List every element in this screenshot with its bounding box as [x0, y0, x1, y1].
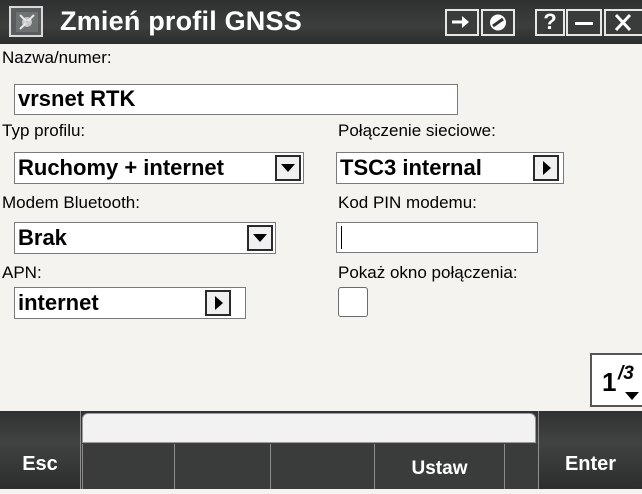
softkey-1[interactable]	[82, 444, 174, 489]
minimize-button[interactable]	[566, 9, 602, 36]
chevron-down-icon	[625, 392, 639, 400]
page-indicator-button[interactable]: 1 /3	[590, 353, 642, 407]
bluetooth-modem-select[interactable]: Brak	[14, 222, 276, 254]
app-icon[interactable]	[9, 6, 43, 37]
chevron-down-icon	[253, 234, 267, 242]
apn-value: internet	[18, 290, 99, 315]
esc-label: Esc	[22, 453, 58, 475]
softkey-3[interactable]	[270, 444, 374, 489]
page-total: /3	[618, 363, 634, 384]
softkey-5[interactable]	[504, 444, 538, 489]
help-label: ?	[543, 9, 557, 34]
profile-type-label: Typ profilu:	[2, 121, 86, 140]
page-current: 1	[602, 367, 617, 397]
bluetooth-modem-value: Brak	[18, 225, 67, 250]
apn-select[interactable]: internet	[14, 287, 246, 319]
esc-button[interactable]: Esc	[0, 411, 80, 489]
window-title: Zmień profil GNSS	[60, 6, 302, 36]
softkey-divider	[80, 411, 81, 489]
chevron-right-icon	[543, 161, 551, 175]
set-button[interactable]: Ustaw	[374, 444, 504, 489]
satellite-icon	[16, 12, 38, 32]
chevron-down-icon	[281, 164, 295, 172]
connection-button[interactable]	[481, 9, 515, 36]
show-connection-window-checkbox[interactable]	[338, 287, 368, 317]
arrow-right-icon	[452, 16, 469, 28]
network-connection-select[interactable]: TSC3 internal	[336, 152, 564, 184]
name-label: Nazwa/numer:	[2, 48, 112, 67]
bluetooth-modem-dropdown-button[interactable]	[247, 225, 273, 251]
text-cursor	[341, 226, 342, 249]
apn-label: APN:	[2, 263, 42, 282]
profile-type-dropdown-button[interactable]	[275, 155, 301, 181]
title-bar: Zmień profil GNSS ?	[0, 0, 642, 44]
profile-type-select[interactable]: Ruchomy + internet	[14, 152, 304, 184]
modem-pin-input[interactable]	[336, 222, 538, 253]
status-strip	[82, 413, 536, 443]
network-connection-label: Połączenie sieciowe:	[338, 121, 496, 140]
modem-pin-label: Kod PIN modemu:	[338, 193, 477, 212]
bluetooth-modem-label: Modem Bluetooth:	[2, 193, 140, 212]
network-connection-arrow-button[interactable]	[533, 155, 559, 181]
show-connection-window-label: Pokaż okno połączenia:	[338, 263, 518, 282]
connect-icon	[490, 14, 506, 31]
close-icon	[614, 13, 632, 32]
enter-button[interactable]: Enter	[539, 411, 642, 489]
profile-type-value: Ruchomy + internet	[18, 155, 224, 180]
minimize-icon	[575, 22, 593, 25]
name-input[interactable]: vrsnet RTK	[14, 84, 458, 115]
set-label: Ustaw	[411, 458, 468, 479]
chevron-right-icon	[215, 296, 223, 310]
forward-button[interactable]	[445, 9, 479, 36]
network-connection-value: TSC3 internal	[340, 155, 482, 180]
apn-arrow-button[interactable]	[205, 290, 231, 316]
name-value: vrsnet RTK	[18, 86, 136, 111]
help-button[interactable]: ?	[535, 9, 565, 36]
softkey-2[interactable]	[174, 444, 270, 489]
enter-label: Enter	[564, 453, 617, 475]
close-button[interactable]	[604, 9, 642, 36]
